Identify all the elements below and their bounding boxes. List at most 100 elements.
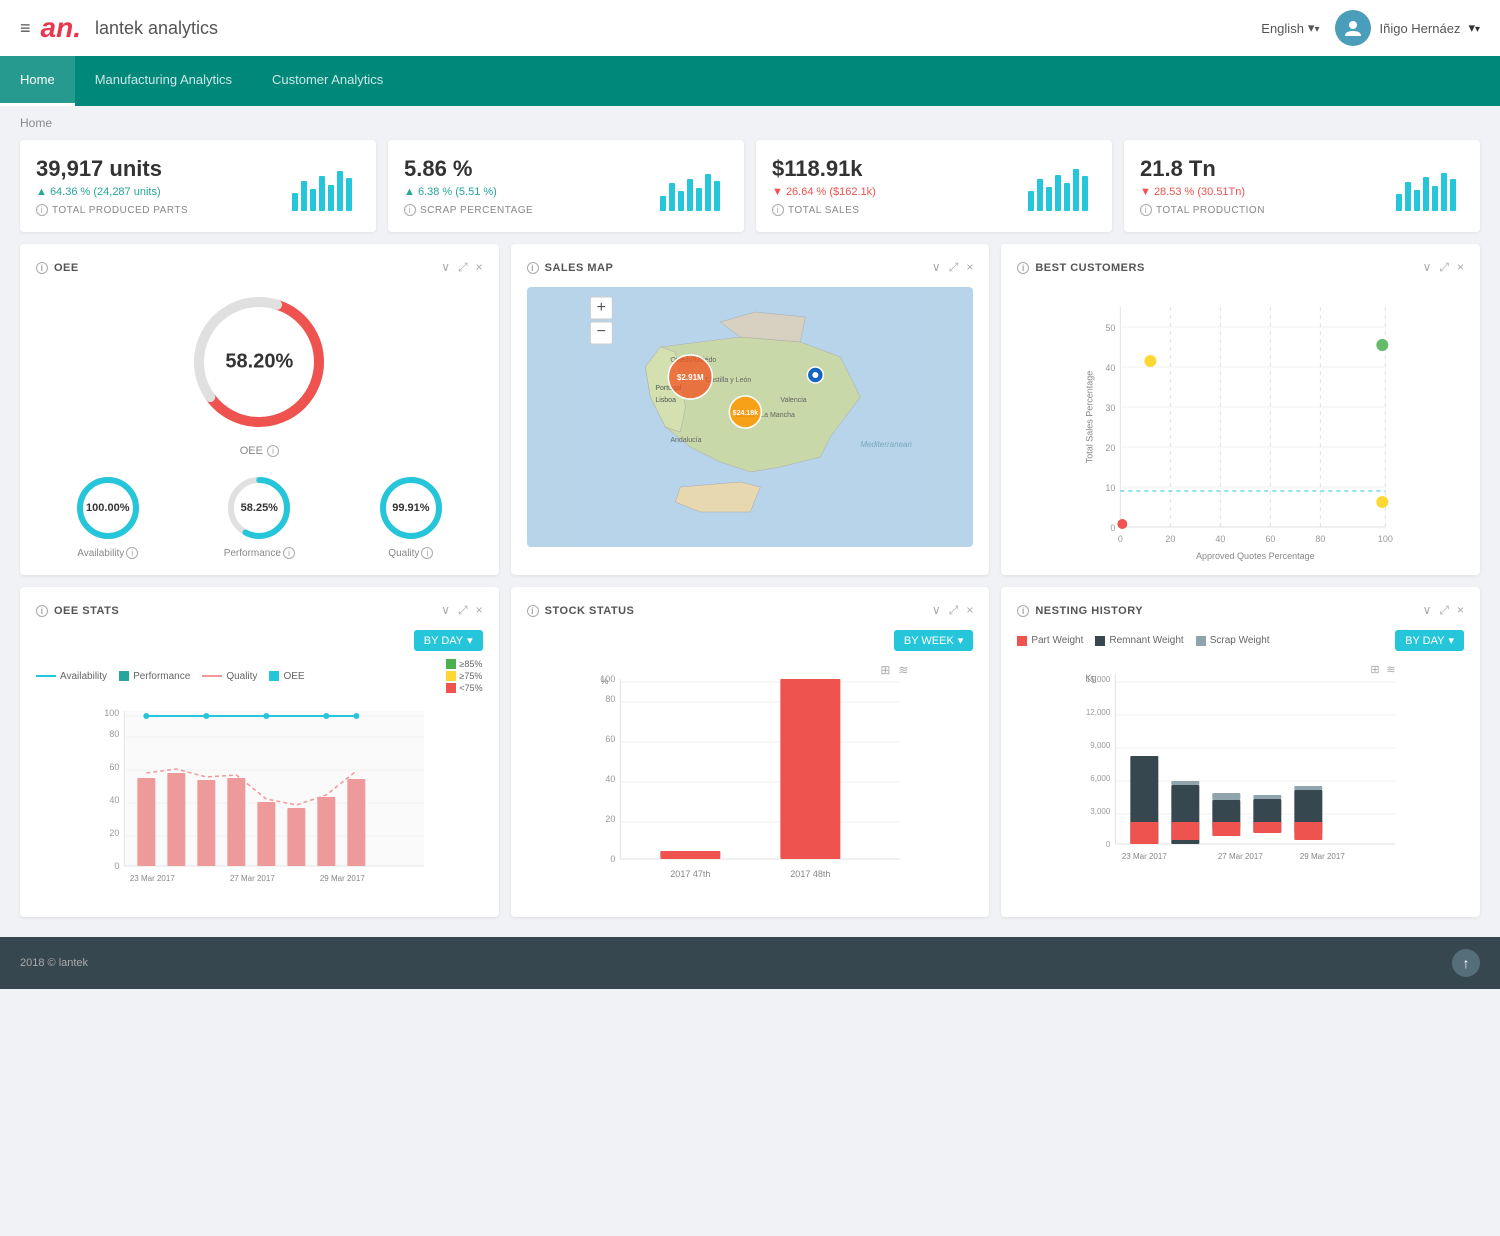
svg-text:10: 10 xyxy=(1106,483,1116,493)
oee-sub-availability: 100.00% Availability i xyxy=(36,473,180,559)
svg-text:60: 60 xyxy=(1266,534,1276,544)
oee-sub-gauges: 100.00% Availability i 58.25% Performanc… xyxy=(36,473,483,559)
stat-label-scrap: i SCRAP PERCENTAGE xyxy=(404,204,658,216)
widget-title-oee-stats: i OEE STATS xyxy=(36,605,119,617)
info-icon-nesting[interactable]: i xyxy=(1017,605,1029,617)
svg-text:20: 20 xyxy=(109,828,119,838)
info-icon-scrap[interactable]: i xyxy=(404,204,416,216)
oee-main-gauge: 58.20% xyxy=(184,287,334,437)
sales-map-display[interactable]: Mediterranean + − Oviedo/Uviédo Castilla… xyxy=(527,287,974,547)
svg-text:0: 0 xyxy=(1118,534,1123,544)
stat-value-sales: $118.91k xyxy=(772,156,1026,182)
stat-card-units: 39,917 units ▲ 64.36 % (24,287 units) i … xyxy=(20,140,376,232)
oee-stats-expand[interactable]: ⤢ xyxy=(458,603,468,618)
widget-controls-nesting: ∨ ⤢ × xyxy=(1423,603,1464,618)
language-chevron: ▾ xyxy=(1308,20,1320,36)
stock-close[interactable]: × xyxy=(966,603,973,618)
quality-value: 99.91% xyxy=(392,502,429,514)
user-menu[interactable]: Iñigo Hernáez ▾ xyxy=(1335,10,1480,46)
hamburger-menu[interactable]: ≡ xyxy=(20,18,31,39)
info-icon-oee-label[interactable]: i xyxy=(267,445,279,457)
oee-stats-period-btn[interactable]: BY DAY ▾ xyxy=(414,630,483,651)
stat-card-scrap: 5.86 % ▲ 6.38 % (5.51 %) i SCRAP PERCENT… xyxy=(388,140,744,232)
svg-text:0: 0 xyxy=(610,854,615,864)
legend-scrap-weight: Scrap Weight xyxy=(1196,635,1270,646)
svg-text:9,000: 9,000 xyxy=(1091,741,1112,750)
best-customers-collapse[interactable]: ∨ xyxy=(1423,260,1432,275)
widget-header-oee-stats: i OEE STATS ∨ ⤢ × xyxy=(36,603,483,618)
oee-stats-close[interactable]: × xyxy=(476,603,483,618)
widget-controls-oee: ∨ ⤢ × xyxy=(441,260,482,275)
scroll-top-button[interactable]: ↑ xyxy=(1452,949,1480,977)
info-icon-sales[interactable]: i xyxy=(772,204,784,216)
widget-title-oee: i OEE xyxy=(36,262,79,274)
nesting-svg: ≋ ⊞ Kg 0 3,000 6,000 9,000 12,000 15,000 xyxy=(1017,659,1464,879)
stat-label-production: i TOTAL PRODUCTION xyxy=(1140,204,1394,216)
svg-text:−: − xyxy=(596,323,605,340)
svg-text:20: 20 xyxy=(605,814,615,824)
widget-title-sales-map: i SALES MAP xyxy=(527,262,614,274)
info-icon-production[interactable]: i xyxy=(1140,204,1152,216)
info-icon-units[interactable]: i xyxy=(36,204,48,216)
svg-text:50: 50 xyxy=(1106,323,1116,333)
svg-text:6,000: 6,000 xyxy=(1091,774,1112,783)
svg-text:0: 0 xyxy=(1111,523,1116,533)
nesting-close[interactable]: × xyxy=(1457,603,1464,618)
svg-text:27 Mar 2017: 27 Mar 2017 xyxy=(230,874,275,883)
widget-header-sales-map: i SALES MAP ∨ ⤢ × xyxy=(527,260,974,275)
oee-stats-collapse[interactable]: ∨ xyxy=(441,603,450,618)
sales-map-collapse[interactable]: ∨ xyxy=(932,260,941,275)
info-icon-sales-map[interactable]: i xyxy=(527,262,539,274)
widget-sales-map: i SALES MAP ∨ ⤢ × Medit xyxy=(511,244,990,575)
widget-header-stock-status: i STOCK STATUS ∨ ⤢ × xyxy=(527,603,974,618)
logo-an: an. xyxy=(41,12,81,44)
nesting-collapse[interactable]: ∨ xyxy=(1423,603,1432,618)
widget-controls-stock: ∨ ⤢ × xyxy=(932,603,973,618)
stat-change-production: ▼ 28.53 % (30.51Tn) xyxy=(1140,186,1394,198)
best-customers-expand[interactable]: ⤢ xyxy=(1439,260,1449,275)
stat-info-units: 39,917 units ▲ 64.36 % (24,287 units) i … xyxy=(36,156,290,216)
best-customers-close[interactable]: × xyxy=(1457,260,1464,275)
svg-text:$24.18k: $24.18k xyxy=(732,410,757,417)
widget-header-best-customers: i BEST CUSTOMERS ∨ ⤢ × xyxy=(1017,260,1464,275)
stock-period-btn[interactable]: BY WEEK ▾ xyxy=(894,630,973,651)
info-icon-stock[interactable]: i xyxy=(527,605,539,617)
nesting-expand[interactable]: ⤢ xyxy=(1439,603,1449,618)
availability-label: Availability i xyxy=(77,547,138,559)
oee-collapse[interactable]: ∨ xyxy=(441,260,450,275)
stat-change-sales: ▼ 26.64 % ($162.1k) xyxy=(772,186,1026,198)
stat-label-sales: i TOTAL SALES xyxy=(772,204,1026,216)
svg-text:23 Mar 2017: 23 Mar 2017 xyxy=(130,874,175,883)
svg-text:⊞: ⊞ xyxy=(1371,664,1380,676)
widget-title-nesting: i NESTING HISTORY xyxy=(1017,605,1143,617)
nav-item-home[interactable]: Home xyxy=(0,56,75,106)
quality-label: Quality i xyxy=(388,547,433,559)
info-icon-oee-stats[interactable]: i xyxy=(36,605,48,617)
stock-expand[interactable]: ⤢ xyxy=(949,603,959,618)
nesting-period-btn[interactable]: BY DAY ▾ xyxy=(1395,630,1464,651)
svg-text:29 Mar 2017: 29 Mar 2017 xyxy=(1300,852,1345,861)
stock-svg: ≋ ⊞ % 0 20 40 60 80 100 xyxy=(527,659,974,899)
nav-item-manufacturing[interactable]: Manufacturing Analytics xyxy=(75,56,252,106)
footer-copyright: 2018 © lantek xyxy=(20,957,88,969)
language-selector[interactable]: English ▾ xyxy=(1261,20,1319,36)
sales-map-expand[interactable]: ⤢ xyxy=(949,260,959,275)
oee-gauge-section: 58.20% OEE i xyxy=(36,287,483,457)
info-icon-oee[interactable]: i xyxy=(36,262,48,274)
svg-text:Andalucía: Andalucía xyxy=(670,437,701,444)
info-icon-best-customers[interactable]: i xyxy=(1017,262,1029,274)
widget-stock-status: i STOCK STATUS ∨ ⤢ × BY WEEK ▾ ≋ ⊞ xyxy=(511,587,990,917)
svg-text:100: 100 xyxy=(1378,534,1393,544)
nav-item-customer[interactable]: Customer Analytics xyxy=(252,56,403,106)
sales-map-close[interactable]: × xyxy=(966,260,973,275)
svg-text:100: 100 xyxy=(600,674,615,684)
performance-value: 58.25% xyxy=(241,502,278,514)
widget-controls-sales-map: ∨ ⤢ × xyxy=(932,260,973,275)
oee-expand[interactable]: ⤢ xyxy=(458,260,468,275)
svg-text:Approved Quotes Percentage: Approved Quotes Percentage xyxy=(1196,551,1315,561)
nesting-legend: Part Weight Remnant Weight Scrap Weight xyxy=(1017,635,1269,646)
svg-text:40: 40 xyxy=(109,795,119,805)
oee-close[interactable]: × xyxy=(476,260,483,275)
svg-text:100: 100 xyxy=(104,708,119,718)
stock-collapse[interactable]: ∨ xyxy=(932,603,941,618)
